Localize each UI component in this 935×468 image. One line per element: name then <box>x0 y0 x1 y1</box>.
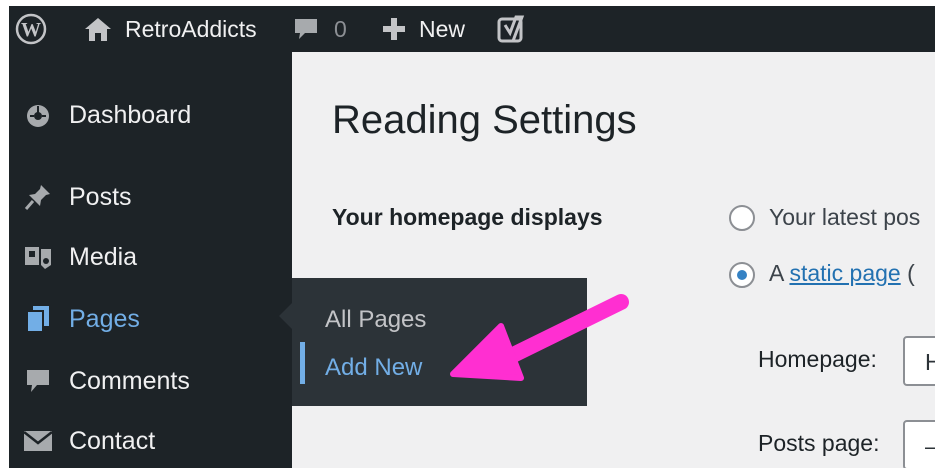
annotation-arrow-layer <box>450 294 629 381</box>
app-window: W RetroAddicts 0 New Dashboard Posts Med… <box>9 6 935 468</box>
pink-arrow-icon <box>450 294 629 381</box>
